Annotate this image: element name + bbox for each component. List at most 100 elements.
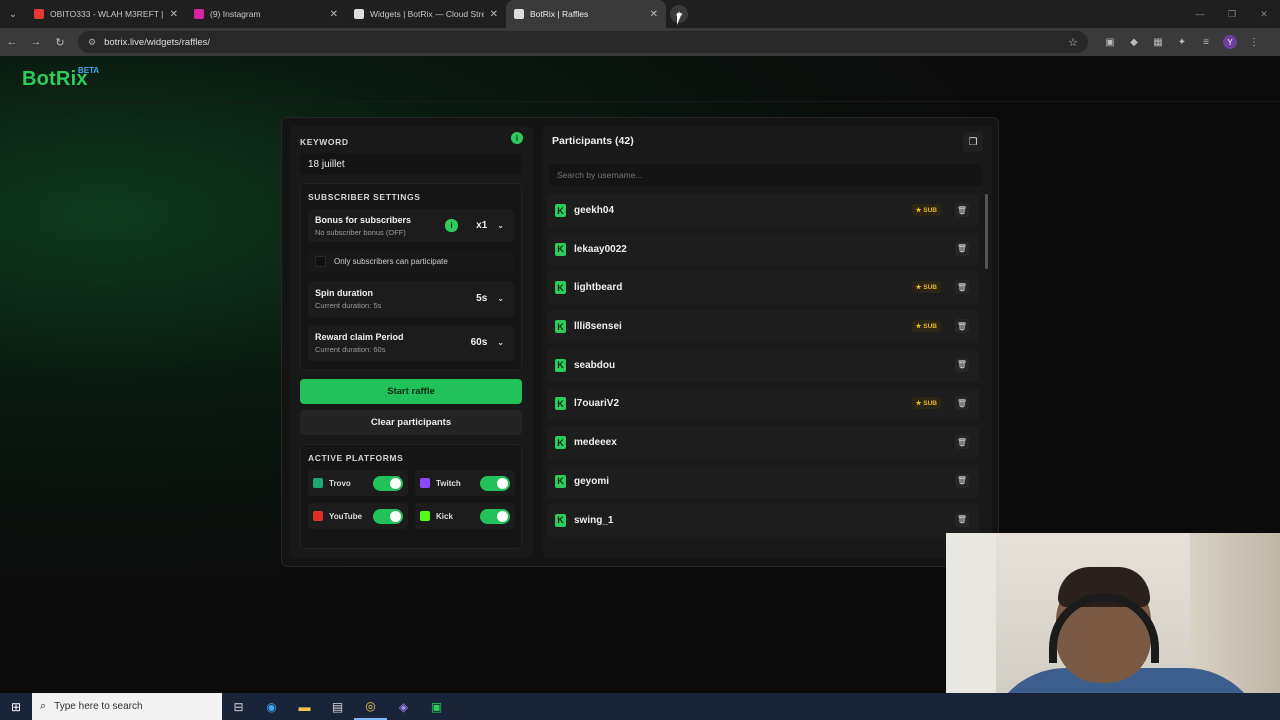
- back-icon[interactable]: ←: [0, 36, 24, 48]
- only-subs-checkbox[interactable]: [315, 256, 326, 267]
- chevron-down-icon: ⌄: [497, 221, 504, 230]
- participant-search-input[interactable]: [549, 164, 982, 186]
- bonus-title: Bonus for subscribers: [315, 215, 412, 225]
- edge-icon[interactable]: ◉: [255, 693, 288, 720]
- site-info-icon[interactable]: ⚙: [88, 37, 96, 48]
- clear-participants-button[interactable]: Clear participants: [300, 410, 522, 435]
- minimize-icon[interactable]: —: [1184, 9, 1216, 19]
- extensions-puzzle-icon[interactable]: ✦: [1170, 37, 1194, 48]
- keyword-input[interactable]: 18 juillet: [300, 153, 522, 175]
- task-view-icon[interactable]: ⊟: [222, 693, 255, 720]
- only-subs-label: Only subscribers can participate: [334, 257, 448, 266]
- kick-icon: K: [555, 358, 566, 372]
- app-icon[interactable]: ▣: [420, 693, 453, 720]
- copy-icon[interactable]: ❐: [963, 132, 983, 152]
- keyword-label: KEYWORD: [300, 137, 349, 147]
- file-explorer-icon[interactable]: ▬: [288, 693, 321, 720]
- twitch-icon: [420, 478, 430, 488]
- close-window-icon[interactable]: ✕: [1248, 9, 1280, 20]
- trash-icon[interactable]: 🗑: [955, 473, 969, 488]
- tab-close-icon[interactable]: ✕: [650, 9, 658, 20]
- platform-toggle[interactable]: [373, 475, 403, 491]
- trash-icon[interactable]: 🗑: [955, 512, 969, 527]
- tab-favicon-icon: [514, 9, 524, 19]
- search-icon: ⌕: [40, 700, 47, 712]
- browser-tab[interactable]: Widgets | BotRix — Cloud Strea ✕: [346, 0, 506, 28]
- bookmark-star-icon[interactable]: ☆: [1068, 36, 1078, 49]
- site-header: BotRix BETA: [0, 56, 1280, 102]
- store-icon[interactable]: ▤: [321, 693, 354, 720]
- browser-tab[interactable]: (9) Instagram ✕: [186, 0, 346, 28]
- webcam-background-door: [946, 533, 996, 720]
- reload-icon[interactable]: ↻: [48, 36, 72, 49]
- start-raffle-button[interactable]: Start raffle: [300, 379, 522, 404]
- participant-username: lightbeard: [574, 282, 623, 294]
- participant-username: geyomi: [574, 475, 610, 487]
- discord-icon[interactable]: ◈: [387, 693, 420, 720]
- raffle-settings: KEYWORD i 18 juillet SUBSCRIBER SETTINGS…: [290, 126, 533, 558]
- platform-name: YouTube: [329, 511, 363, 521]
- bonus-info-icon[interactable]: i: [445, 219, 458, 232]
- participant-list-scrollbar[interactable]: [985, 194, 988, 269]
- bonus-select-value: x1: [476, 220, 488, 231]
- translate-icon[interactable]: ▣: [1098, 37, 1122, 48]
- sub-badge: ★ SUB: [911, 281, 941, 294]
- profile-avatar[interactable]: Y: [1218, 35, 1242, 49]
- bonus-select[interactable]: x1 ⌄: [476, 220, 504, 231]
- tab-search-chevron-icon[interactable]: ⌄: [0, 0, 26, 28]
- kick-icon: K: [555, 436, 566, 450]
- spin-select[interactable]: 5s ⌄: [476, 293, 504, 304]
- trash-icon[interactable]: 🗑: [955, 203, 969, 217]
- keyword-info-icon[interactable]: i: [511, 132, 523, 144]
- taskbar-search[interactable]: ⌕ Type here to search: [32, 693, 222, 720]
- bonus-subtitle: No subscriber bonus (OFF): [315, 228, 406, 237]
- tab-close-icon[interactable]: ✕: [490, 9, 498, 20]
- participant-username: lekaay0022: [574, 243, 627, 255]
- extensions-area: ▣ ◆ ▦ ✦ ≡ Y ⋮: [1098, 35, 1266, 49]
- spin-title: Spin duration: [315, 288, 373, 298]
- media-control-icon[interactable]: ≡: [1194, 37, 1218, 48]
- platform-toggle[interactable]: [480, 475, 510, 491]
- only-subs-row[interactable]: Only subscribers can participate: [308, 250, 514, 273]
- extension-image-icon[interactable]: ▦: [1146, 37, 1170, 48]
- platforms-title: ACTIVE PLATFORMS: [308, 453, 404, 463]
- platform-toggle[interactable]: [373, 508, 403, 524]
- trash-icon[interactable]: 🗑: [955, 357, 969, 372]
- tab-close-icon[interactable]: ✕: [170, 9, 178, 20]
- claim-select[interactable]: 60s ⌄: [471, 337, 504, 348]
- tab-title: (9) Instagram: [210, 9, 261, 19]
- tab-close-icon[interactable]: ✕: [330, 9, 338, 20]
- platform-toggle[interactable]: [480, 508, 510, 524]
- browser-tabbar: ⌄ OBITO333 - WLAH M3REFT | O ✕ (9) Instagr…: [0, 0, 1280, 28]
- kick-icon: K: [555, 513, 566, 527]
- trash-icon[interactable]: 🗑: [955, 241, 969, 256]
- youtube-icon: [313, 511, 323, 521]
- browser-tab[interactable]: BotRix | Raffles ✕: [506, 0, 666, 28]
- browser-toolbar: ← → ↻ ⚙ botrix.live/widgets/raffles/ ☆ ▣…: [0, 28, 1280, 56]
- windows-start-icon[interactable]: ⊞: [0, 700, 32, 714]
- chrome-icon[interactable]: ◎: [354, 693, 387, 720]
- address-bar[interactable]: ⚙ botrix.live/widgets/raffles/ ☆: [78, 31, 1088, 53]
- chevron-down-icon: ⌄: [497, 294, 504, 303]
- star-icon: ★: [915, 323, 922, 331]
- trash-icon[interactable]: 🗑: [955, 435, 969, 450]
- trash-icon[interactable]: 🗑: [955, 396, 969, 411]
- beta-badge: BETA: [78, 66, 100, 75]
- participant-username: swing_1: [574, 514, 614, 526]
- trash-icon[interactable]: 🗑: [955, 280, 969, 295]
- tab-favicon-icon: [194, 9, 204, 19]
- tab-title: Widgets | BotRix — Cloud Strea: [370, 9, 484, 19]
- kick-icon: K: [555, 397, 566, 411]
- platform-kick: Kick: [415, 503, 515, 529]
- forward-icon[interactable]: →: [24, 36, 48, 48]
- raffle-panel: KEYWORD i 18 juillet SUBSCRIBER SETTINGS…: [281, 117, 999, 567]
- browser-tab[interactable]: OBITO333 - WLAH M3REFT | O ✕: [26, 0, 186, 28]
- participant-row: Kgeekh04 ★ SUB 🗑: [547, 194, 979, 227]
- participant-row: Klekaay0022 🗑: [547, 232, 979, 266]
- menu-kebab-icon[interactable]: ⋮: [1242, 37, 1266, 48]
- extension-diamond-icon[interactable]: ◆: [1122, 37, 1146, 48]
- trash-icon[interactable]: 🗑: [955, 319, 969, 334]
- maximize-icon[interactable]: ❐: [1216, 9, 1248, 20]
- tab-favicon-icon: [34, 9, 44, 19]
- participant-username: llli8sensei: [574, 321, 622, 333]
